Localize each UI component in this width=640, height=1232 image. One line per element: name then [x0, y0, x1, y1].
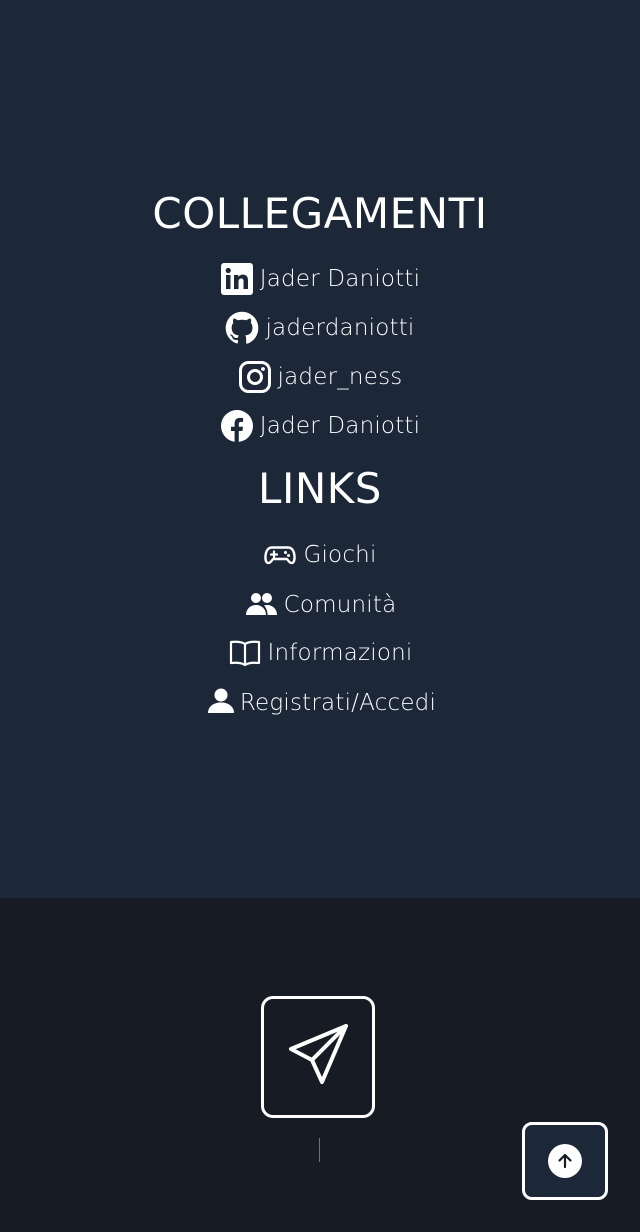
- footer-links-section: COLLEGAMENTI Jader Daniotti jaderdaniott…: [0, 0, 640, 898]
- nav-link-label[interactable]: Giochi: [303, 543, 376, 567]
- social-link-label[interactable]: Jader Daniotti: [260, 414, 420, 438]
- social-link-linkedin[interactable]: Jader Daniotti: [0, 262, 640, 296]
- links-heading: LINKS: [258, 464, 382, 513]
- nav-link-comunita[interactable]: Comunità: [0, 588, 640, 622]
- book-icon: [228, 636, 262, 670]
- paper-plane-icon: [283, 1020, 353, 1094]
- nav-link-label[interactable]: Registrati/Accedi: [240, 691, 436, 715]
- social-link-label[interactable]: Jader Daniotti: [260, 267, 420, 291]
- social-link-label[interactable]: jaderdaniotti: [265, 316, 414, 340]
- nav-link-informazioni[interactable]: Informazioni: [0, 636, 640, 670]
- footer-divider: [319, 1138, 320, 1162]
- users-icon: [244, 588, 278, 622]
- send-message-button[interactable]: [261, 996, 375, 1118]
- nav-link-giochi[interactable]: Giochi: [0, 538, 640, 572]
- back-to-top-button[interactable]: [522, 1122, 608, 1200]
- social-heading: COLLEGAMENTI: [152, 189, 488, 238]
- nav-link-label[interactable]: Comunità: [284, 593, 397, 617]
- social-link-github[interactable]: jaderdaniotti: [0, 311, 640, 345]
- social-link-label[interactable]: jader_ness: [278, 365, 403, 389]
- linkedin-icon: [220, 262, 254, 296]
- arrow-up-icon: [548, 1144, 582, 1178]
- instagram-icon: [238, 360, 272, 394]
- nav-link-label[interactable]: Informazioni: [268, 641, 413, 665]
- nav-link-registrati[interactable]: Registrati/Accedi: [0, 686, 640, 720]
- gamepad-icon: [263, 538, 297, 572]
- social-link-facebook[interactable]: Jader Daniotti: [0, 409, 640, 443]
- user-icon: [204, 686, 238, 720]
- social-link-instagram[interactable]: jader_ness: [0, 360, 640, 394]
- github-icon: [225, 311, 259, 345]
- facebook-icon: [220, 409, 254, 443]
